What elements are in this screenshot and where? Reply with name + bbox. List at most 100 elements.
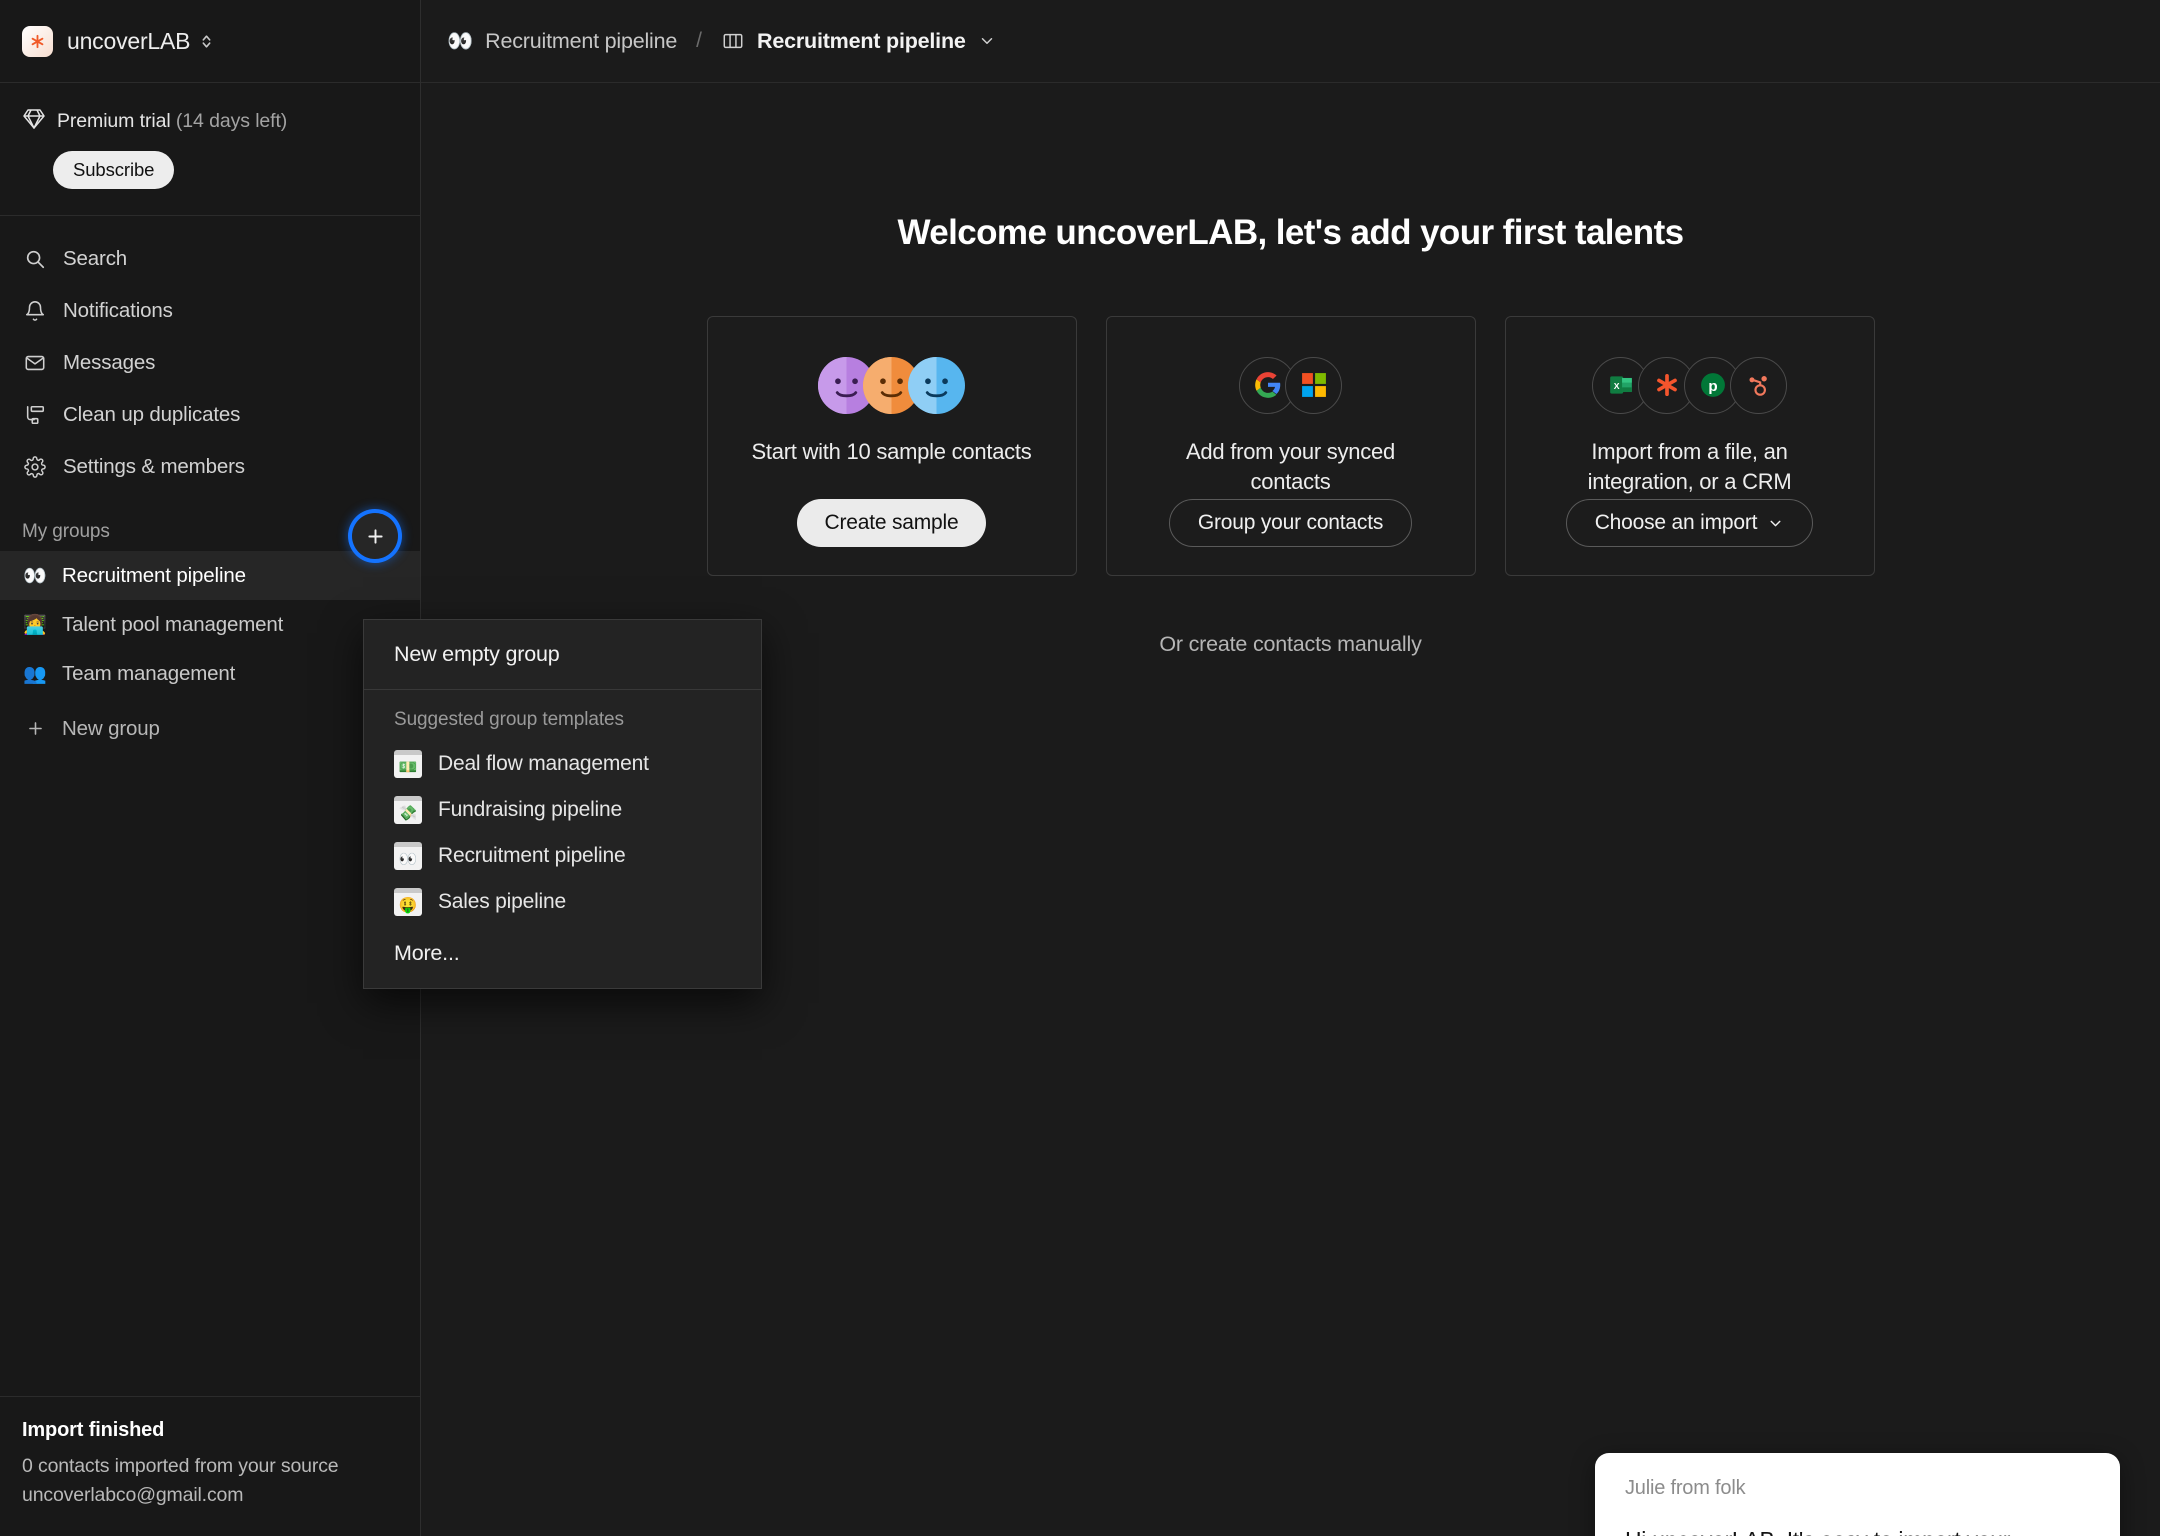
card-label: Start with 10 sample contacts [751,439,1032,464]
workspace-name: uncoverLAB [67,27,191,54]
trial-label: Premium trial (14 days left) [57,110,288,132]
subscribe-button[interactable]: Subscribe [53,151,175,189]
board-view-icon [721,30,745,52]
nav-label: Notifications [63,299,173,322]
breadcrumb-item-group[interactable]: 👀 Recruitment pipeline [447,29,677,54]
new-group-button[interactable]: New group [0,704,420,753]
page-title: Welcome uncoverLAB, let's add your first… [897,213,1684,252]
gear-icon [22,455,47,480]
money-folder-icon: 💵 [394,750,422,778]
diamond-icon [22,107,46,136]
plus-icon [365,526,386,547]
nav-label: Messages [63,351,156,374]
chevron-up-down-icon [200,33,213,50]
choose-an-import-button[interactable]: Choose an import [1565,499,1814,547]
eyes-emoji-icon: 👀 [447,28,474,53]
new-group-label: New group [62,716,160,740]
card-label: Import from a file, an integration, or a… [1587,439,1792,494]
busts-emoji-icon: 👥 [23,663,47,685]
menu-item-new-empty-group[interactable]: New empty group [394,642,731,667]
card-sample-contacts[interactable]: Start with 10 sample contacts Create sam… [706,316,1077,576]
money-mouth-folder-icon: 🤑 [394,888,422,916]
menu-item-fundraising-pipeline[interactable]: 💸 Fundraising pipeline [364,787,761,833]
smiley-blue-icon [908,356,965,414]
nav-item-messages[interactable]: Messages [0,337,420,389]
menu-item-label: Recruitment pipeline [438,844,626,867]
menu-item-more[interactable]: More... [364,925,761,972]
chevron-down-icon [1767,515,1784,532]
card-synced-contacts[interactable]: Add from your synced contacts Group your… [1105,316,1476,576]
create-sample-button[interactable]: Create sample [796,499,987,547]
menu-item-recruitment-pipeline[interactable]: 👀 Recruitment pipeline [364,833,761,879]
chat-bubble[interactable]: Julie from folk Hi uncoverLAB, It's easy… [1595,1453,2120,1536]
dropdown-templates-section: Suggested group templates 💵 Deal flow ma… [364,690,761,988]
menu-item-label: Fundraising pipeline [438,798,622,821]
dropdown-top-section: New empty group [364,620,761,690]
sidebar: uncoverLAB Premium trial (14 days left) … [0,0,421,1536]
sidebar-item-team-management[interactable]: 👥 Team management [0,649,420,698]
nav-label: Search [63,247,128,270]
workspace-switcher[interactable]: uncoverLAB [0,0,420,83]
breadcrumb-separator: / [696,29,702,52]
premium-trial-panel: Premium trial (14 days left) Subscribe [0,83,420,216]
groups-list: 👀 Recruitment pipeline 👩‍💻 Talent pool m… [0,551,420,753]
nav-item-settings-members[interactable]: Settings & members [0,441,420,493]
group-label: Team management [62,661,236,685]
nav-item-clean-up-duplicates[interactable]: Clean up duplicates [0,389,420,441]
trial-row: Premium trial (14 days left) [22,107,398,136]
menu-item-deal-flow-management[interactable]: 💵 Deal flow management [364,741,761,787]
nav-label: Clean up duplicates [63,403,241,426]
breadcrumb: 👀 Recruitment pipeline / Recruitment pip… [421,0,2160,83]
merge-duplicates-icon [22,403,47,428]
app-root: uncoverLAB Premium trial (14 days left) … [0,0,2160,1536]
microsoft-icon [1285,356,1342,414]
menu-item-label: Sales pipeline [438,890,566,913]
asterisk-logo-icon [22,25,53,57]
chat-notification[interactable]: Julie from folk Hi uncoverLAB, It's easy… [1527,1453,2120,1536]
svg-text:X: X [1613,381,1619,391]
import-status-description: 0 contacts imported from your source unc… [22,1454,339,1506]
svg-text:p: p [1708,378,1717,395]
primary-nav: Search Notifications Messages Clean up d… [0,216,420,501]
breadcrumb-item-view[interactable]: Recruitment pipeline [721,29,996,54]
chevron-down-icon[interactable] [978,32,996,50]
my-groups-header: My groups [0,501,420,559]
breadcrumb-group-label: Recruitment pipeline [485,28,678,53]
card-label: Add from your synced contacts [1186,439,1395,494]
breadcrumb-view-label: Recruitment pipeline [757,28,966,53]
chat-message: Hi uncoverLAB, It's easy to import your … [1625,1524,2090,1536]
card-import-contacts[interactable]: X p Import from a file, an integration, … [1504,316,1875,576]
chat-sender: Julie from folk [1625,1477,1746,1500]
nav-label: Settings & members [63,455,245,478]
suggested-templates-title: Suggested group templates [394,709,624,730]
new-group-dropdown-menu: New empty group Suggested group template… [363,619,762,989]
search-icon [22,247,47,272]
envelope-icon [22,351,47,376]
menu-item-sales-pipeline[interactable]: 🤑 Sales pipeline [364,879,761,925]
import-status-title: Import finished [22,1418,165,1441]
import-status-panel: Import finished 0 contacts imported from… [0,1395,420,1536]
eyes-emoji-icon: 👀 [23,565,47,587]
technologist-emoji-icon: 👩‍💻 [23,614,47,636]
import-provider-icons: X p [1592,355,1787,415]
group-label: Recruitment pipeline [62,563,246,587]
sidebar-item-talent-pool-management[interactable]: 👩‍💻 Talent pool management [0,600,420,649]
choose-import-label: Choose an import [1594,511,1758,534]
synced-provider-icons [1239,355,1342,415]
money-wings-folder-icon: 💸 [394,796,422,824]
add-group-button[interactable] [352,513,398,559]
nav-item-notifications[interactable]: Notifications [0,285,420,337]
plus-icon [22,719,48,738]
onboarding-cards: Start with 10 sample contacts Create sam… [421,316,2160,576]
bell-icon [22,299,47,324]
eyes-folder-icon: 👀 [394,842,422,870]
my-groups-title: My groups [22,521,110,542]
sample-avatars-group [818,355,965,415]
group-your-contacts-button[interactable]: Group your contacts [1168,499,1413,547]
group-label: Talent pool management [62,612,284,636]
menu-item-label: Deal flow management [438,752,649,775]
sidebar-item-recruitment-pipeline[interactable]: 👀 Recruitment pipeline [0,551,420,600]
nav-item-search[interactable]: Search [0,233,420,285]
hubspot-icon [1730,356,1787,414]
